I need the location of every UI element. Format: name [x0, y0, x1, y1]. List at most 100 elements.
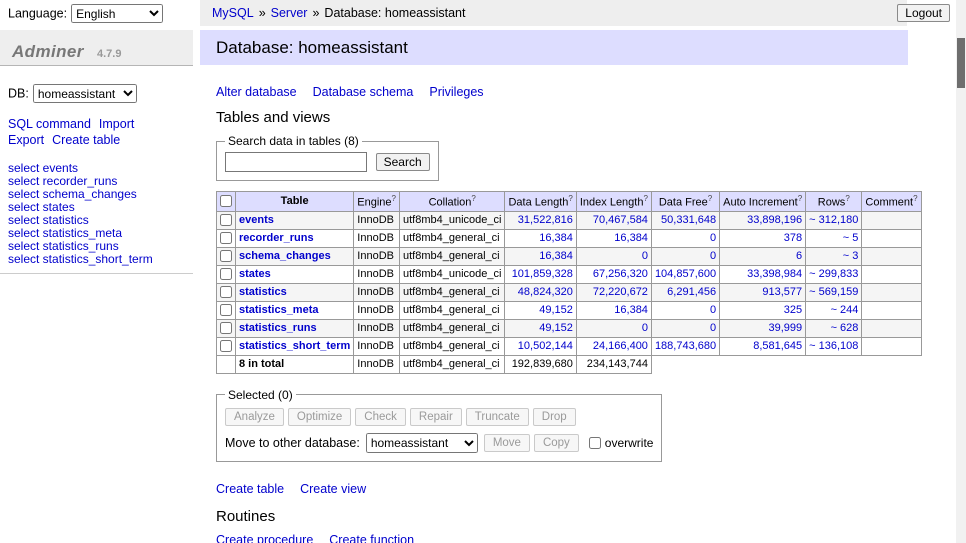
help-link[interactable]: ?	[845, 194, 849, 203]
check-button[interactable]: Check	[355, 408, 406, 426]
sidebar-select-statistics-short-term[interactable]: select statistics_short_term	[8, 253, 193, 266]
auto-increment-link[interactable]: 325	[784, 304, 802, 316]
sidebar-action-import[interactable]: Import	[99, 116, 134, 132]
table-name-link[interactable]: statistics_short_term	[239, 340, 350, 352]
row-checkbox[interactable]	[220, 268, 232, 280]
help-link[interactable]: ?	[643, 194, 647, 203]
rows-count-link[interactable]: ~ 3	[843, 250, 859, 262]
link-create-procedure[interactable]: Create procedure	[216, 533, 313, 543]
search-input[interactable]	[225, 152, 367, 172]
data-length-link[interactable]: 49,152	[539, 322, 573, 334]
table-row: statistics_metaInnoDButf8mb4_general_ci4…	[217, 301, 922, 319]
auto-increment-link[interactable]: 8,581,645	[753, 340, 802, 352]
help-link[interactable]: ?	[913, 194, 917, 203]
breadcrumb-server-link[interactable]: Server	[271, 6, 308, 20]
help-link[interactable]: ?	[708, 194, 712, 203]
rows-count-link[interactable]: ~ 569,159	[809, 286, 858, 298]
analyze-button[interactable]: Analyze	[225, 408, 284, 426]
truncate-button[interactable]: Truncate	[466, 408, 529, 426]
index-length-link[interactable]: 67,256,320	[593, 268, 648, 280]
db-select[interactable]: homeassistant	[33, 84, 137, 103]
row-checkbox[interactable]	[220, 232, 232, 244]
index-length-link[interactable]: 16,384	[614, 232, 648, 244]
move-button[interactable]: Move	[484, 434, 530, 452]
breadcrumb-mysql-link[interactable]: MySQL	[212, 6, 254, 20]
data-length-link[interactable]: 49,152	[539, 304, 573, 316]
table-name-link[interactable]: statistics_meta	[239, 304, 319, 316]
help-link[interactable]: ?	[798, 194, 802, 203]
table-name-link[interactable]: events	[239, 214, 274, 226]
row-checkbox[interactable]	[220, 214, 232, 226]
data-free-link[interactable]: 0	[710, 304, 716, 316]
create-links: Create table Create view	[216, 482, 908, 496]
data-length-link[interactable]: 48,824,320	[518, 286, 573, 298]
scrollbar-thumb[interactable]	[957, 38, 965, 88]
nav-database-schema[interactable]: Database schema	[313, 85, 414, 99]
row-checkbox[interactable]	[220, 304, 232, 316]
row-checkbox[interactable]	[220, 322, 232, 334]
data-length-link[interactable]: 10,502,144	[518, 340, 573, 352]
data-free-link[interactable]: 50,331,648	[661, 214, 716, 226]
index-length-link[interactable]: 70,467,584	[593, 214, 648, 226]
table-name-link[interactable]: statistics_runs	[239, 322, 317, 334]
index-length-link[interactable]: 0	[642, 322, 648, 334]
index-length-link[interactable]: 0	[642, 250, 648, 262]
auto-increment-link[interactable]: 39,999	[769, 322, 803, 334]
data-length-link[interactable]: 101,859,328	[512, 268, 573, 280]
link-create-view[interactable]: Create view	[300, 482, 366, 496]
data-free-link[interactable]: 0	[710, 322, 716, 334]
nav-privileges[interactable]: Privileges	[429, 85, 483, 99]
overwrite-checkbox[interactable]	[589, 437, 601, 449]
row-checkbox[interactable]	[220, 340, 232, 352]
data-free-link[interactable]: 188,743,680	[655, 340, 716, 352]
help-link[interactable]: ?	[471, 194, 475, 203]
move-db-select[interactable]: homeassistant	[366, 433, 478, 453]
language-select[interactable]: English	[71, 4, 163, 23]
select-all-checkbox[interactable]	[220, 195, 232, 207]
index-length-link[interactable]: 24,166,400	[593, 340, 648, 352]
table-name-link[interactable]: states	[239, 268, 271, 280]
index-length-link[interactable]: 16,384	[614, 304, 648, 316]
table-name-link[interactable]: schema_changes	[239, 250, 331, 262]
rows-count-link[interactable]: ~ 299,833	[809, 268, 858, 280]
nav-alter-database[interactable]: Alter database	[216, 85, 297, 99]
help-link[interactable]: ?	[568, 194, 572, 203]
drop-button[interactable]: Drop	[533, 408, 576, 426]
data-length-link[interactable]: 16,384	[539, 232, 573, 244]
sidebar-action-sql-command[interactable]: SQL command	[8, 116, 91, 132]
help-link[interactable]: ?	[392, 194, 396, 203]
optimize-button[interactable]: Optimize	[288, 408, 351, 426]
table-name-link[interactable]: statistics	[239, 286, 287, 298]
data-length-link[interactable]: 16,384	[539, 250, 573, 262]
auto-increment-link[interactable]: 33,398,984	[747, 268, 802, 280]
total-index-length: 234,143,744	[576, 355, 651, 373]
logout-button[interactable]: Logout	[897, 4, 950, 22]
row-checkbox[interactable]	[220, 286, 232, 298]
repair-button[interactable]: Repair	[410, 408, 462, 426]
row-checkbox[interactable]	[220, 250, 232, 262]
sidebar-action-create-table[interactable]: Create table	[52, 132, 120, 148]
data-free-link[interactable]: 6,291,456	[667, 286, 716, 298]
page-title: Database: homeassistant	[200, 30, 908, 65]
auto-increment-link[interactable]: 6	[796, 250, 802, 262]
table-name-link[interactable]: recorder_runs	[239, 232, 314, 244]
index-length-link[interactable]: 72,220,672	[593, 286, 648, 298]
search-button[interactable]: Search	[376, 153, 430, 171]
copy-button[interactable]: Copy	[534, 434, 579, 452]
rows-count-link[interactable]: ~ 312,180	[809, 214, 858, 226]
vertical-scrollbar[interactable]	[956, 0, 966, 543]
data-free-link[interactable]: 0	[710, 250, 716, 262]
auto-increment-link[interactable]: 378	[784, 232, 802, 244]
auto-increment-link[interactable]: 33,898,196	[747, 214, 802, 226]
data-length-link[interactable]: 31,522,816	[518, 214, 573, 226]
rows-count-link[interactable]: ~ 244	[831, 304, 859, 316]
auto-increment-link[interactable]: 913,577	[762, 286, 802, 298]
data-free-link[interactable]: 104,857,600	[655, 268, 716, 280]
link-create-table[interactable]: Create table	[216, 482, 284, 496]
data-free-link[interactable]: 0	[710, 232, 716, 244]
rows-count-link[interactable]: ~ 628	[831, 322, 859, 334]
rows-count-link[interactable]: ~ 5	[843, 232, 859, 244]
sidebar-action-export[interactable]: Export	[8, 132, 44, 148]
link-create-function[interactable]: Create function	[329, 533, 414, 543]
rows-count-link[interactable]: ~ 136,108	[809, 340, 858, 352]
